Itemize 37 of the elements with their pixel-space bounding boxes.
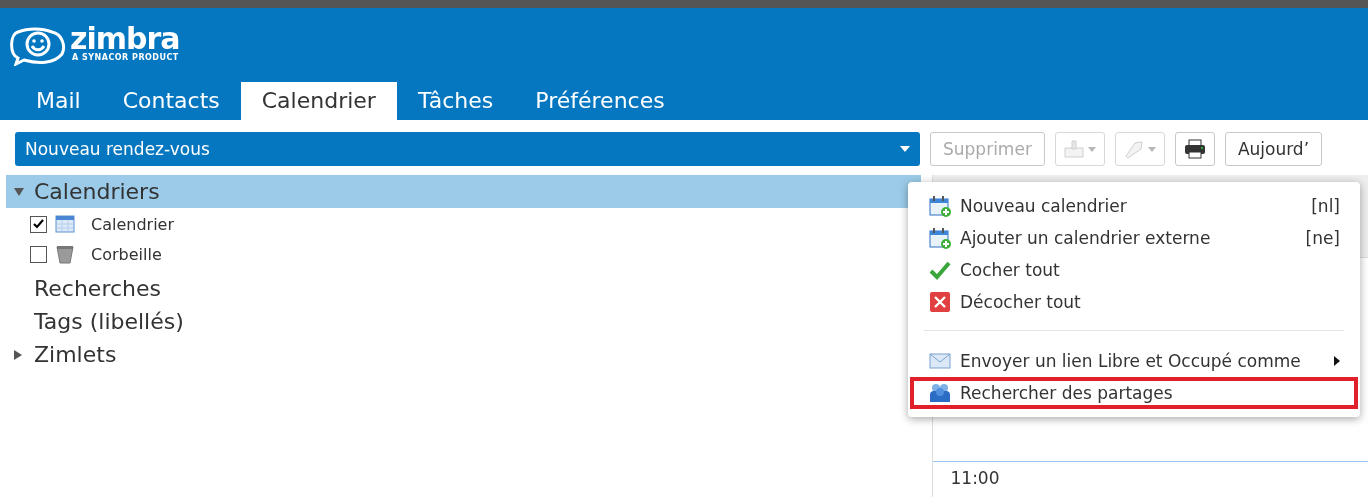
calendar-name[interactable]: Corbeille [91,244,162,264]
trash-icon [55,244,75,264]
submenu-arrow-icon [1334,356,1340,366]
collapse-arrow-icon[interactable] [14,187,24,196]
checkbox[interactable] [30,215,47,233]
calendar-add-icon [929,227,951,249]
expand-arrow-icon[interactable] [14,349,22,360]
logo-wordmark: zimbra [70,24,180,54]
close-icon [929,291,951,313]
basket-icon [1063,140,1084,158]
menu-item[interactable]: Cocher tout [910,254,1358,286]
time-label: 11:00 [949,467,1001,490]
menu-item[interactable]: Décocher tout [910,286,1358,318]
sidebar-section[interactable]: Calendriers [6,175,921,208]
menu-item[interactable]: Ajouter un calendrier externe [ne] [910,222,1358,254]
checkbox[interactable] [30,245,47,263]
logo-tagline: A SYNACOR PRODUCT [72,54,180,62]
shortcut-label: [nl] [1311,196,1340,216]
app-tab[interactable]: Tâches [396,82,515,120]
envelope-icon [929,353,951,369]
app-tab[interactable]: Contacts [101,82,241,120]
check-icon [929,260,951,280]
calendar-add-icon [929,195,951,217]
menu-item[interactable]: Rechercher des partages [910,377,1358,409]
calendar-name[interactable]: Calendrier [91,214,174,234]
print-button[interactable] [1174,132,1215,166]
calendar-icon [55,214,75,234]
app-tab[interactable]: Calendrier [240,82,397,120]
app-tab[interactable]: Mail [15,82,102,120]
print-icon [1183,139,1206,159]
people-icon [929,382,951,404]
tag-icon [1123,140,1144,158]
shortcut-label: [ne] [1305,228,1340,248]
smiley-logo-icon [8,26,66,66]
toolbar-button[interactable]: Aujourd’ [1224,132,1323,166]
new-appointment-button[interactable]: Nouveau rendez-vous [15,132,920,166]
app-tab[interactable]: Préférences [514,82,686,120]
